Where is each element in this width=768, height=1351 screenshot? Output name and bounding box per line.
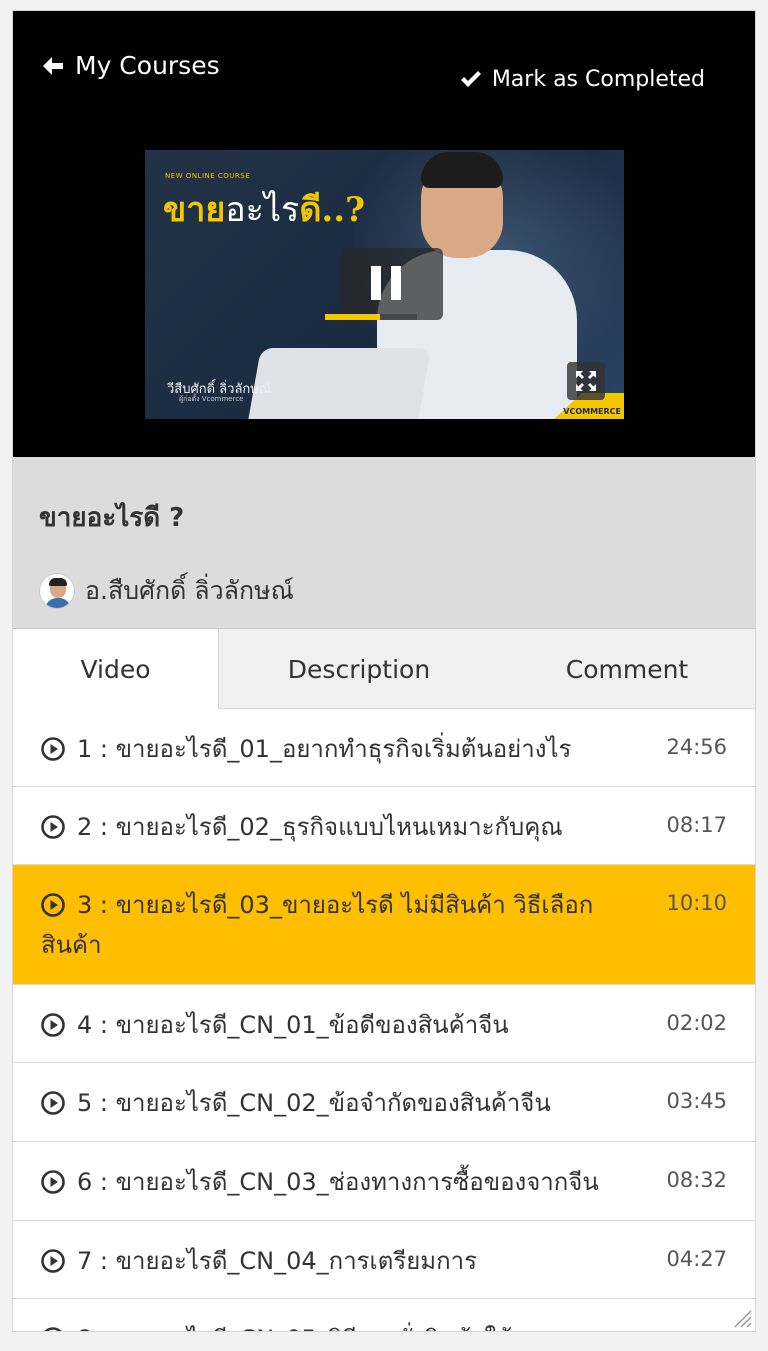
lesson-duration: 03:45 <box>666 1089 727 1113</box>
lesson-title: 2 : ขายอะไรดี_02_ธุรกิจแบบไหนเหมาะกับคุณ <box>77 813 563 841</box>
video-player[interactable]: NEW ONLINE COURSE ขายอะไรดี..? วีสืบศักด… <box>145 150 624 419</box>
lesson-item[interactable]: 3 : ขายอะไรดี_03_ขายอะไรดี ไม่มีสินค้า ว… <box>13 865 755 985</box>
lesson-item[interactable]: 7 : ขายอะไรดี_CN_04_การเตรียมการ 04:27 <box>13 1221 755 1299</box>
back-to-courses-link[interactable]: My Courses <box>41 51 220 80</box>
app-frame: My Courses Mark as Completed NEW ONLINE … <box>12 10 756 1332</box>
thumb-title-part2: อะไร <box>225 190 300 230</box>
tab-video[interactable]: Video <box>13 629 219 709</box>
pause-icon-bar <box>391 266 401 300</box>
course-title: ขายอะไรดี ? <box>39 503 185 533</box>
thumb-title-part1: ขาย <box>163 190 226 230</box>
lesson-item[interactable]: 8 : ขายอะไรดี_CN_05_วิธีการสั่งสินค้าให้ <box>13 1299 755 1331</box>
thumb-small-tag: NEW ONLINE COURSE <box>165 172 251 180</box>
avatar <box>39 573 75 609</box>
tab-comment[interactable]: Comment <box>499 629 755 709</box>
lesson-title: 1 : ขายอะไรดี_01_อยากทำธุรกิจเริ่มต้นอย่… <box>77 735 572 763</box>
lesson-duration: 10:10 <box>666 891 727 915</box>
lesson-title: 8 : ขายอะไรดี_CN_05_วิธีการสั่งสินค้าให้ <box>41 1319 641 1331</box>
lesson-title: 7 : ขายอะไรดี_CN_04_การเตรียมการ <box>77 1247 478 1275</box>
lesson-title: 4 : ขายอะไรดี_CN_01_ข้อดีของสินค้าจีน <box>77 1011 509 1039</box>
mark-completed-button[interactable]: Mark as Completed <box>460 67 705 92</box>
back-label: My Courses <box>75 51 220 80</box>
video-progress-bar[interactable] <box>325 314 417 320</box>
thumb-title: ขายอะไรดี..? <box>163 182 365 236</box>
lesson-list: 1 : ขายอะไรดี_01_อยากทำธุรกิจเริ่มต้นอย่… <box>13 709 755 1331</box>
check-icon <box>460 70 481 87</box>
fullscreen-button[interactable] <box>567 362 605 400</box>
instructor-name: อ.สืบศักดิ์ ลิ่วลักษณ์ <box>85 576 294 605</box>
arrow-left-icon <box>43 56 63 75</box>
lesson-duration: 24:56 <box>666 735 727 759</box>
video-laptop <box>245 348 431 419</box>
fullscreen-icon <box>576 371 596 391</box>
lesson-title: 5 : ขายอะไรดี_CN_02_ข้อจำกัดของสินค้าจีน <box>77 1089 551 1117</box>
instructor: อ.สืบศักดิ์ ลิ่วลักษณ์ <box>39 571 294 611</box>
avatar-shirt <box>45 598 71 608</box>
lesson-item[interactable]: 1 : ขายอะไรดี_01_อยากทำธุรกิจเริ่มต้นอย่… <box>13 709 755 787</box>
mark-completed-label: Mark as Completed <box>491 67 705 92</box>
lesson-duration: 02:02 <box>666 1011 727 1035</box>
pause-button[interactable] <box>341 248 443 320</box>
tab-bar: Video Description Comment <box>13 629 755 709</box>
pause-icon <box>371 266 381 300</box>
course-info: ขายอะไรดี ? อ.สืบศักดิ์ ลิ่วลักษณ์ <box>13 457 755 629</box>
lesson-duration: 08:17 <box>666 813 727 837</box>
thumb-lower-sub: ผู้ก่อตั้ง Vcommerce <box>179 395 244 403</box>
tab-description[interactable]: Description <box>219 629 499 709</box>
lesson-item[interactable]: 2 : ขายอะไรดี_02_ธุรกิจแบบไหนเหมาะกับคุณ… <box>13 787 755 865</box>
lesson-title: 6 : ขายอะไรดี_CN_03_ช่องทางการซื้อของจาก… <box>77 1168 599 1196</box>
resize-grip-icon[interactable] <box>731 1307 753 1329</box>
lesson-item[interactable]: 4 : ขายอะไรดี_CN_01_ข้อดีของสินค้าจีน 02:… <box>13 985 755 1063</box>
thumb-brand: VCOMMERCE <box>563 407 621 416</box>
video-progress-fill <box>325 314 381 320</box>
player-area: My Courses Mark as Completed NEW ONLINE … <box>13 11 755 457</box>
thumb-title-part3: ดี..? <box>299 190 365 230</box>
lesson-item[interactable]: 5 : ขายอะไรดี_CN_02_ข้อจำกัดของสินค้าจีน… <box>13 1063 755 1142</box>
lesson-duration: 08:32 <box>666 1168 727 1192</box>
lesson-duration: 04:27 <box>666 1247 727 1271</box>
video-person-hair <box>421 152 503 188</box>
avatar-hair <box>49 578 67 586</box>
lesson-item[interactable]: 6 : ขายอะไรดี_CN_03_ช่องทางการซื้อของจาก… <box>13 1142 755 1221</box>
lesson-title: 3 : ขายอะไรดี_03_ขายอะไรดี ไม่มีสินค้า ว… <box>41 891 594 959</box>
